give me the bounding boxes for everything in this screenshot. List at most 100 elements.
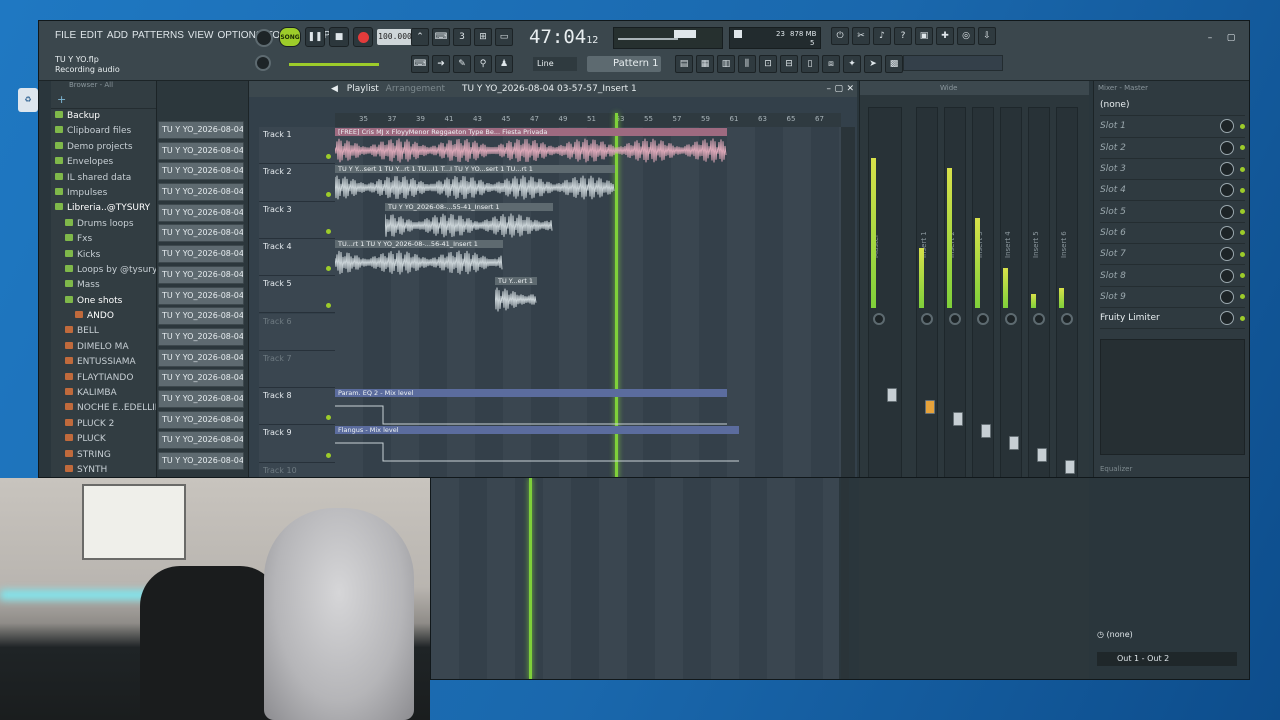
fx-enable-led[interactable] <box>1240 251 1245 257</box>
menu-patterns[interactable]: PATTERNS <box>132 30 184 41</box>
playlist-clip[interactable]: TU Y YO_2026-08-...55-41_Insert 1 <box>385 202 553 239</box>
mixer-view-label[interactable]: Wide <box>860 81 1089 95</box>
browser-item[interactable]: One shots <box>51 294 156 309</box>
recycle-bin-icon[interactable]: ♻ <box>18 88 38 112</box>
browser-item[interactable]: Envelopes <box>51 155 156 170</box>
mixer-insert-strip[interactable]: Insert 1 <box>916 107 938 477</box>
fx-slot[interactable]: Slot 6 <box>1100 223 1245 245</box>
send-icon[interactable]: ➤ <box>864 55 882 73</box>
pause-button[interactable]: ❚❚ <box>305 27 325 47</box>
browser-item[interactable]: PLUCK <box>51 432 156 447</box>
scrollbar-lower[interactable] <box>841 478 849 679</box>
chat-icon[interactable]: ◎ <box>957 27 975 45</box>
browser-item[interactable]: Kicks <box>51 248 156 263</box>
browser-item[interactable]: Backup <box>51 109 156 124</box>
picker-clip[interactable]: TU Y YO_2026-08-04 03- <box>158 348 244 367</box>
touch-icon[interactable]: ✦ <box>843 55 861 73</box>
playlist-clip[interactable]: Param. EQ 2 - Mix level <box>335 389 727 425</box>
mixer-output[interactable]: Out 1 - Out 2 <box>1097 652 1237 666</box>
picker-clip[interactable]: TU Y YO_2026-08-04 02- <box>158 141 244 160</box>
fx-slot[interactable]: Slot 8 <box>1100 265 1245 287</box>
fx-mix-knob[interactable] <box>1220 183 1234 198</box>
arrangement-grid-lower[interactable] <box>431 478 839 679</box>
stop-button[interactable]: ■ <box>329 27 349 47</box>
mixer-insert-strip[interactable]: Insert 5 <box>1028 107 1050 477</box>
fx-mix-knob[interactable] <box>1220 119 1234 134</box>
browser-item[interactable]: Fxs <box>51 232 156 247</box>
track-mute-led[interactable] <box>326 452 331 458</box>
track-mute-led[interactable] <box>326 415 331 421</box>
volume-fader[interactable] <box>981 424 991 438</box>
download-icon[interactable]: ⇩ <box>978 27 996 45</box>
browser-item[interactable]: Libreria..@TYSURY <box>51 201 156 216</box>
fx-enable-led[interactable] <box>1240 145 1245 151</box>
playlist-minimize-icon[interactable]: – <box>827 81 832 97</box>
picker-clip[interactable]: TU Y YO_2026-08-04 03- <box>158 369 244 388</box>
browser-item[interactable]: SYNTH <box>51 463 156 477</box>
mixer-insert-strip[interactable]: Insert 4 <box>1000 107 1022 477</box>
fx-enable-led[interactable] <box>1240 123 1245 129</box>
track-mute-led[interactable] <box>326 228 331 234</box>
pan-knob[interactable] <box>977 313 989 325</box>
cpu-tool-icon[interactable]: ✂ <box>852 27 870 45</box>
playlist-clip[interactable]: [FREE] Cris MJ x FloyyMenor Reggaeton Ty… <box>335 128 727 164</box>
song-position-display[interactable]: 47:0412 <box>529 24 611 50</box>
playlist-clip[interactable]: TU...rt 1 TU Y YO_2026-08-...56-41_Inser… <box>335 239 503 276</box>
track-header[interactable]: Track 9 <box>259 425 335 463</box>
fx-slot[interactable]: Slot 3 <box>1100 159 1245 181</box>
picker-clip[interactable]: TU Y YO_2026-08-04 03- <box>158 431 244 450</box>
browser-item[interactable]: IL shared data <box>51 171 156 186</box>
picker-clip[interactable]: TU Y YO_2026-08-04 02- <box>158 183 244 202</box>
piano-roll-icon[interactable]: ▦ <box>696 55 714 73</box>
help-icon[interactable]: ? <box>894 27 912 45</box>
fx-slot[interactable]: Slot 1 <box>1100 116 1245 138</box>
browser-item[interactable]: Drums loops <box>51 217 156 232</box>
grid-icon[interactable]: ▩ <box>885 55 903 73</box>
track-header[interactable]: Track 1 <box>259 127 335 165</box>
arrangement-grid[interactable]: [FREE] Cris MJ x FloyyMenor Reggaeton Ty… <box>335 113 841 477</box>
plugin-db-icon[interactable]: ⧈ <box>822 55 840 73</box>
pan-knob[interactable] <box>1005 313 1017 325</box>
browser-item[interactable]: FLAYTIANDO <box>51 371 156 386</box>
snap-selector[interactable]: Line <box>533 57 577 71</box>
playlist-clip[interactable]: TU Y...ert 1 <box>495 277 537 313</box>
track-mute-led[interactable] <box>326 266 331 272</box>
playlist-clip[interactable]: Flangus - Mix level <box>335 426 739 462</box>
fx-enable-led[interactable] <box>1240 230 1245 236</box>
picker-clip[interactable]: TU Y YO_2026-08-04 03- <box>158 452 244 470</box>
playlist-clip[interactable]: TU Y Y...sert 1 TU Y...rt 1 TU...I1 T...… <box>335 165 615 201</box>
browser-item[interactable]: DIMELO MA <box>51 340 156 355</box>
mixer-view-icon[interactable]: ⫼ <box>738 55 756 73</box>
browser-item[interactable]: KALIMBA <box>51 386 156 401</box>
fx-enable-led[interactable] <box>1240 315 1245 321</box>
browser-item[interactable]: NOCHE E..EDELLIN <box>51 401 156 416</box>
fx-slot[interactable]: Slot 7 <box>1100 244 1245 266</box>
fx-enable-led[interactable] <box>1240 273 1245 279</box>
fx-slot[interactable]: Slot 4 <box>1100 180 1245 202</box>
browser-item[interactable]: BELL <box>51 324 156 339</box>
volume-fader[interactable] <box>1037 448 1047 462</box>
track-header[interactable]: Track 5 <box>259 276 335 314</box>
countdown-icon[interactable]: 3 <box>453 28 471 46</box>
browser-add-icon[interactable]: + <box>57 93 66 106</box>
mixer-insert-strip[interactable]: Master <box>868 107 902 477</box>
keyboard-icon[interactable]: ⌨ <box>411 55 429 73</box>
volume-fader[interactable] <box>925 400 935 414</box>
menu-edit[interactable]: EDIT <box>80 30 103 41</box>
volume-fader[interactable] <box>953 412 963 426</box>
track-mute-led[interactable] <box>326 154 331 160</box>
link-icon[interactable]: ⚲ <box>474 55 492 73</box>
menu-view[interactable]: VIEW <box>188 30 214 41</box>
playlist-close-icon[interactable]: ✕ <box>846 81 854 97</box>
fx-mix-knob[interactable] <box>1220 162 1234 177</box>
save-icon[interactable]: ▣ <box>915 27 933 45</box>
fx-mix-knob[interactable] <box>1220 140 1234 155</box>
channel-rack-icon[interactable]: ▥ <box>717 55 735 73</box>
volume-fader[interactable] <box>1065 460 1075 474</box>
playlist-scrollbar[interactable] <box>841 127 855 477</box>
pattern-selector[interactable]: Pattern 1 <box>587 56 661 72</box>
step-icon[interactable]: ➜ <box>432 55 450 73</box>
fx-enable-led[interactable] <box>1240 209 1245 215</box>
blend-notes-icon[interactable]: ⊞ <box>474 28 492 46</box>
fx-mix-knob[interactable] <box>1220 289 1234 304</box>
